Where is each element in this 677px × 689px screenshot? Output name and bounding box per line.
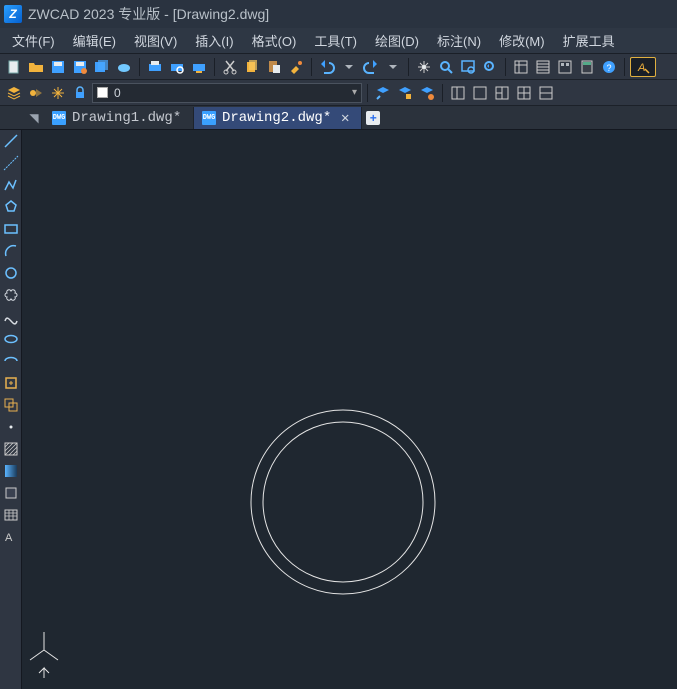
menu-bar: 文件(F) 编辑(E) 视图(V) 插入(I) 格式(O) 工具(T) 绘图(D… <box>0 28 677 54</box>
saveall-button[interactable] <box>92 57 112 77</box>
viewport-1-button[interactable] <box>448 83 468 103</box>
drawing-circle-inner <box>263 422 423 582</box>
hatch-tool[interactable] <box>2 440 20 458</box>
spline-tool[interactable] <box>2 308 20 326</box>
gradient-tool[interactable] <box>2 462 20 480</box>
menu-tools[interactable]: 工具(T) <box>306 28 365 53</box>
ellipse-tool[interactable] <box>2 330 20 348</box>
undo-dropdown[interactable] <box>339 57 359 77</box>
revcloud-tool[interactable] <box>2 286 20 304</box>
new-tab-button[interactable]: + <box>362 107 384 129</box>
svg-text:A: A <box>637 62 645 74</box>
pan-button[interactable] <box>414 57 434 77</box>
dwg-icon: DWG <box>52 111 66 125</box>
tab-label: Drawing1.dwg* <box>72 110 181 126</box>
xline-tool[interactable] <box>2 154 20 172</box>
document-tabstrip: ◥ DWG Drawing1.dwg* DWG Drawing2.dwg* ✕ … <box>0 106 677 130</box>
redo-dropdown[interactable] <box>383 57 403 77</box>
zoom-window-button[interactable] <box>458 57 478 77</box>
menu-file[interactable]: 文件(F) <box>4 28 63 53</box>
tab-label: Drawing2.dwg* <box>222 110 331 126</box>
main-area: A <box>0 130 677 689</box>
layer-color-swatch <box>97 87 108 98</box>
cut-button[interactable] <box>220 57 240 77</box>
undo-button[interactable] <box>317 57 337 77</box>
layer-iso-button[interactable] <box>417 83 437 103</box>
viewport-4-button[interactable] <box>514 83 534 103</box>
drawing-canvas[interactable] <box>22 130 677 689</box>
polygon-tool[interactable] <box>2 198 20 216</box>
menu-dimension[interactable]: 标注(N) <box>429 28 489 53</box>
ucs-icon <box>30 632 58 678</box>
pin-icon[interactable]: ◥ <box>24 107 44 129</box>
chevron-down-icon: ▾ <box>352 87 357 98</box>
menu-modify[interactable]: 修改(M) <box>491 28 553 53</box>
viewport-join-button[interactable] <box>536 83 556 103</box>
zoom-previous-button[interactable] <box>480 57 500 77</box>
layer-state-button[interactable] <box>395 83 415 103</box>
print-preview-button[interactable] <box>167 57 187 77</box>
svg-text:?: ? <box>606 63 611 73</box>
layer-dropdown[interactable]: 0 ▾ <box>92 83 362 103</box>
rectangle-tool[interactable] <box>2 220 20 238</box>
properties-button[interactable] <box>511 57 531 77</box>
standard-toolbar: ? A <box>0 54 677 80</box>
menu-extend[interactable]: 扩展工具 <box>555 28 623 53</box>
zoom-realtime-button[interactable] <box>436 57 456 77</box>
menu-insert[interactable]: 插入(I) <box>187 28 241 53</box>
ellipse-arc-tool[interactable] <box>2 352 20 370</box>
find-text-button[interactable]: A <box>630 57 656 77</box>
save-button[interactable] <box>48 57 68 77</box>
menu-draw[interactable]: 绘图(D) <box>367 28 427 53</box>
calc-button[interactable] <box>577 57 597 77</box>
drawing-circle-outer <box>251 410 435 594</box>
toolpalette-button[interactable] <box>555 57 575 77</box>
close-icon[interactable]: ✕ <box>337 110 353 127</box>
make-block-tool[interactable] <box>2 396 20 414</box>
viewport-3-button[interactable] <box>492 83 512 103</box>
publish-button[interactable] <box>189 57 209 77</box>
layer-manager-button[interactable] <box>4 83 24 103</box>
paste-button[interactable] <box>264 57 284 77</box>
help-button[interactable]: ? <box>599 57 619 77</box>
insert-block-tool[interactable] <box>2 374 20 392</box>
arc-tool[interactable] <box>2 242 20 260</box>
layers-toolbar: 0 ▾ <box>0 80 677 106</box>
polyline-tool[interactable] <box>2 176 20 194</box>
region-tool[interactable] <box>2 484 20 502</box>
viewport-2-button[interactable] <box>470 83 490 103</box>
open-button[interactable] <box>26 57 46 77</box>
menu-format[interactable]: 格式(O) <box>244 28 305 53</box>
plus-icon: + <box>366 111 380 125</box>
dwg-icon: DWG <box>202 111 216 125</box>
circle-tool[interactable] <box>2 264 20 282</box>
new-button[interactable] <box>4 57 24 77</box>
menu-view[interactable]: 视图(V) <box>126 28 185 53</box>
line-tool[interactable] <box>2 132 20 150</box>
draw-toolbar: A <box>0 130 22 689</box>
table-tool[interactable] <box>2 506 20 524</box>
copy-button[interactable] <box>242 57 262 77</box>
saveas-button[interactable] <box>70 57 90 77</box>
current-layer-name: 0 <box>114 86 121 100</box>
menu-edit[interactable]: 编辑(E) <box>65 28 124 53</box>
designcenter-button[interactable] <box>533 57 553 77</box>
layer-previous-button[interactable] <box>373 83 393 103</box>
tab-drawing1[interactable]: DWG Drawing1.dwg* <box>44 107 194 129</box>
redo-button[interactable] <box>361 57 381 77</box>
matchprop-button[interactable] <box>286 57 306 77</box>
layer-freeze-icon[interactable] <box>48 83 68 103</box>
title-bar: Z ZWCAD 2023 专业版 - [Drawing2.dwg] <box>0 0 677 28</box>
cloud-button[interactable] <box>114 57 134 77</box>
point-tool[interactable] <box>2 418 20 436</box>
app-icon: Z <box>4 5 22 23</box>
tab-drawing2[interactable]: DWG Drawing2.dwg* ✕ <box>194 107 362 129</box>
svg-text:A: A <box>5 532 13 544</box>
layer-states-icon[interactable] <box>26 83 46 103</box>
layer-lock-icon[interactable] <box>70 83 90 103</box>
print-button[interactable] <box>145 57 165 77</box>
window-title: ZWCAD 2023 专业版 - [Drawing2.dwg] <box>28 4 269 24</box>
mtext-tool[interactable]: A <box>2 528 20 546</box>
